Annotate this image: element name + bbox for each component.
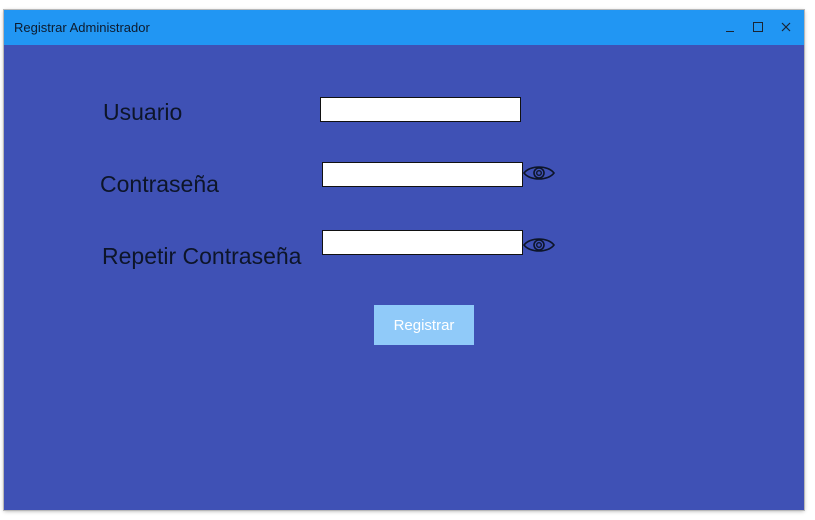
registrar-button[interactable]: Registrar <box>374 305 474 345</box>
close-icon <box>781 22 791 32</box>
maximize-button[interactable] <box>747 16 769 38</box>
repetir-contrasena-input[interactable] <box>322 230 523 255</box>
contrasena-input[interactable] <box>322 162 523 187</box>
eye-icon <box>522 166 556 180</box>
close-button[interactable] <box>775 16 797 38</box>
form-panel: Usuario Contraseña Repetir Contraseña Re… <box>4 45 804 510</box>
repetir-contrasena-label: Repetir Contraseña <box>102 243 302 269</box>
show-repeat-password-button[interactable] <box>522 234 556 256</box>
usuario-label: Usuario <box>103 99 183 125</box>
register-admin-window: Registrar Administrador Usuario Contrase… <box>4 10 804 510</box>
usuario-input[interactable] <box>320 97 521 122</box>
title-bar[interactable]: Registrar Administrador <box>4 10 804 45</box>
contrasena-label: Contraseña <box>100 171 219 197</box>
minimize-button[interactable] <box>719 16 741 38</box>
window-title: Registrar Administrador <box>14 20 150 35</box>
eye-icon <box>522 238 556 252</box>
show-password-button[interactable] <box>522 162 556 184</box>
minimize-icon <box>726 31 734 32</box>
maximize-icon <box>753 22 763 32</box>
